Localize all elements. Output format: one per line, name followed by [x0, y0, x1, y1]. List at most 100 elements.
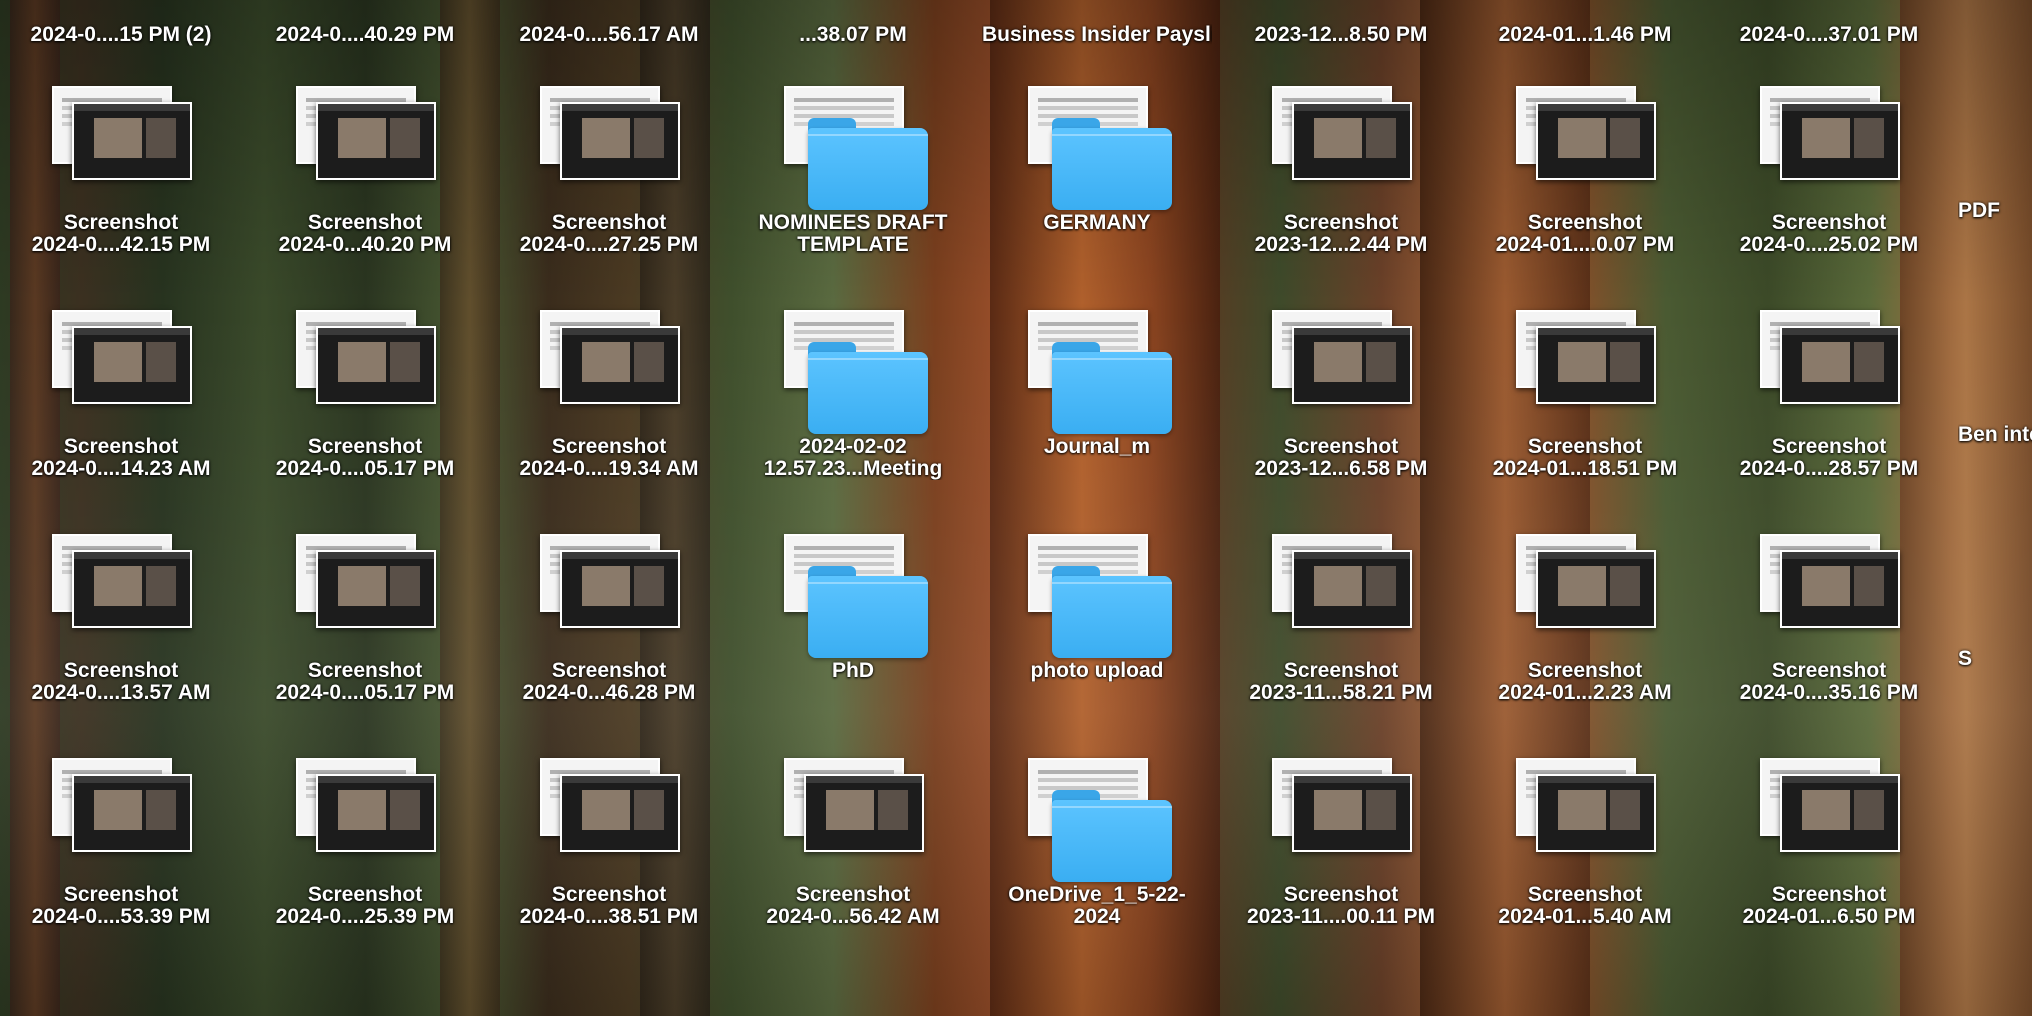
- desktop-file[interactable]: Screenshot 2024-01...2.23 AM: [1470, 528, 1700, 752]
- desktop-folder[interactable]: Journal_m: [982, 304, 1212, 528]
- desktop-item-label-partial[interactable]: ...38.07 PM: [738, 24, 968, 46]
- screenshot-thumbnail-icon: [1510, 756, 1660, 882]
- desktop-item-label: Screenshot 2024-0....53.39 PM: [6, 884, 236, 928]
- screenshot-thumbnail-icon: [1266, 532, 1416, 658]
- label-line-2: 2024-0....13.57 AM: [31, 681, 211, 704]
- desktop-file[interactable]: Screenshot 2023-12...2.44 PM: [1226, 80, 1456, 304]
- desktop-item-label-partial[interactable]: 2023-12...8.50 PM: [1226, 24, 1456, 46]
- label-line-2: 2024-0....05.17 PM: [275, 457, 455, 480]
- desktop-file[interactable]: Screenshot 2023-12...6.58 PM: [1226, 304, 1456, 528]
- desktop-item-label: Screenshot 2024-01...2.23 AM: [1470, 660, 1700, 704]
- desktop-item-label-partial[interactable]: S: [1958, 648, 2032, 670]
- desktop-item-label: PhD: [738, 660, 968, 682]
- label-line-1: PhD: [832, 660, 874, 682]
- desktop-item-label: Journal_m: [982, 436, 1212, 458]
- desktop-folder[interactable]: photo upload: [982, 528, 1212, 752]
- desktop-item-label: Screenshot 2023-12...6.58 PM: [1226, 436, 1456, 480]
- label-line-1: Screenshot: [551, 212, 667, 234]
- label-line-2: 2024-0....53.39 PM: [31, 905, 211, 928]
- desktop-file[interactable]: Screenshot 2024-01...18.51 PM: [1470, 304, 1700, 528]
- label-line-1: photo upload: [1030, 660, 1164, 682]
- label-line-1: Journal_m: [1043, 436, 1151, 458]
- desktop-item-label: OneDrive_1_5-22- 2024: [982, 884, 1212, 928]
- desktop-file[interactable]: Screenshot 2024-01....0.07 PM: [1470, 80, 1700, 304]
- label-line-2: 2024-0....38.51 PM: [519, 905, 699, 928]
- desktop-file[interactable]: Screenshot 2023-11....00.11 PM: [1226, 752, 1456, 976]
- desktop-file[interactable]: Screenshot 2023-11...58.21 PM: [1226, 528, 1456, 752]
- label-line-1: Screenshot: [1283, 436, 1399, 458]
- desktop-file[interactable]: Screenshot 2024-0....42.15 PM: [6, 80, 236, 304]
- desktop-item-label: Screenshot 2023-12...2.44 PM: [1226, 212, 1456, 256]
- desktop-item-label-partial[interactable]: 2024-0....56.17 AM: [494, 24, 724, 46]
- desktop-item-label: photo upload: [982, 660, 1212, 682]
- label-line-1: Screenshot: [551, 660, 667, 682]
- desktop-item-label-partial[interactable]: Business Insider Payslips: [982, 24, 1212, 46]
- folder-icon: [1022, 756, 1172, 882]
- desktop-folder[interactable]: PhD: [738, 528, 968, 752]
- label-line-2: 2024-0....35.16 PM: [1739, 681, 1919, 704]
- label-line-1: Screenshot: [307, 212, 423, 234]
- desktop-item-label-partial[interactable]: PDF: [1958, 200, 2032, 222]
- screenshot-thumbnail-icon: [534, 756, 684, 882]
- desktop-item-label-partial[interactable]: Ben inte: [1958, 424, 2032, 446]
- label-line-2: 2024-01...18.51 PM: [1492, 457, 1678, 480]
- desktop-item-label: Screenshot 2024-0....25.39 PM: [250, 884, 480, 928]
- desktop-item-label: Screenshot 2024-0...56.42 AM: [738, 884, 968, 928]
- desktop-file[interactable]: Screenshot 2024-0....27.25 PM: [494, 80, 724, 304]
- screenshot-thumbnail-icon: [46, 532, 196, 658]
- label-line-1: Screenshot: [307, 436, 423, 458]
- screenshot-thumbnail-icon: [290, 756, 440, 882]
- desktop-item-label: Screenshot 2023-11...58.21 PM: [1226, 660, 1456, 704]
- desktop-folder[interactable]: 2024-02-02 12.57.23...Meeting: [738, 304, 968, 528]
- desktop-folder[interactable]: OneDrive_1_5-22- 2024: [982, 752, 1212, 976]
- desktop-file[interactable]: Screenshot 2024-0....25.39 PM: [250, 752, 480, 976]
- desktop-item-label: Screenshot 2024-0....35.16 PM: [1714, 660, 1944, 704]
- label-line-2: 2024-0....05.17 PM: [275, 681, 455, 704]
- desktop-item-label-partial[interactable]: 2024-0....40.29 PM: [250, 24, 480, 46]
- desktop-file[interactable]: Screenshot 2024-0....14.23 AM: [6, 304, 236, 528]
- desktop-file[interactable]: Screenshot 2024-0...56.42 AM: [738, 752, 968, 976]
- desktop-item-label: 2024-02-02 12.57.23...Meeting: [738, 436, 968, 480]
- desktop-item-label: Screenshot 2024-01...18.51 PM: [1470, 436, 1700, 480]
- desktop-file[interactable]: Screenshot 2024-0....05.17 PM: [250, 528, 480, 752]
- label-line-1: Screenshot: [1283, 660, 1399, 682]
- screenshot-thumbnail-icon: [534, 532, 684, 658]
- desktop-file[interactable]: Screenshot 2024-01...5.40 AM: [1470, 752, 1700, 976]
- desktop-file[interactable]: Screenshot 2024-0....13.57 AM: [6, 528, 236, 752]
- desktop-folder[interactable]: GERMANY: [982, 80, 1212, 304]
- desktop-file[interactable]: Screenshot 2024-0....05.17 PM: [250, 304, 480, 528]
- desktop-file[interactable]: Screenshot 2024-0...40.20 PM: [250, 80, 480, 304]
- desktop-file[interactable]: Screenshot 2024-0....25.02 PM: [1714, 80, 1944, 304]
- desktop-item-label-partial[interactable]: 2024-01...1.46 PM: [1470, 24, 1700, 46]
- desktop-item-label: Screenshot 2024-0....05.17 PM: [250, 436, 480, 480]
- label-line-1: Screenshot: [307, 660, 423, 682]
- desktop-item-label-partial[interactable]: 2024-0....37.01 PM: [1714, 24, 1944, 46]
- folder-icon: [1022, 308, 1172, 434]
- desktop-item-label: Screenshot 2024-0....25.02 PM: [1714, 212, 1944, 256]
- label-line-1: NOMINEES DRAFT: [758, 212, 948, 234]
- label-line-2: 2023-11...58.21 PM: [1249, 681, 1433, 704]
- label-line-2: 12.57.23...Meeting: [763, 457, 943, 480]
- screenshot-thumbnail-icon: [778, 756, 928, 882]
- desktop-file[interactable]: Screenshot 2024-0....38.51 PM: [494, 752, 724, 976]
- folder-icon: [778, 308, 928, 434]
- desktop-folder[interactable]: NOMINEES DRAFT TEMPLATE: [738, 80, 968, 304]
- label-line-2: 2024-0....28.57 PM: [1739, 457, 1919, 480]
- desktop-file[interactable]: Screenshot 2024-0....28.57 PM: [1714, 304, 1944, 528]
- label-line-2: 2024-0...46.28 PM: [522, 681, 696, 704]
- screenshot-thumbnail-icon: [1510, 532, 1660, 658]
- label-line-2: 2024-0....27.25 PM: [519, 233, 699, 256]
- screenshot-thumbnail-icon: [290, 84, 440, 210]
- desktop-item-label: Screenshot 2024-0....14.23 AM: [6, 436, 236, 480]
- desktop-file[interactable]: Screenshot 2024-0....19.34 AM: [494, 304, 724, 528]
- desktop-file[interactable]: Screenshot 2024-01...6.50 PM: [1714, 752, 1944, 976]
- desktop-item-label-partial[interactable]: 2024-0....15 PM (2): [6, 24, 236, 46]
- screenshot-thumbnail-icon: [290, 308, 440, 434]
- desktop-item-label: Screenshot 2024-0....27.25 PM: [494, 212, 724, 256]
- label-line-1: Screenshot: [63, 884, 179, 906]
- desktop-file[interactable]: Screenshot 2024-0....35.16 PM: [1714, 528, 1944, 752]
- label-line-1: Screenshot: [1527, 660, 1643, 682]
- screenshot-thumbnail-icon: [534, 84, 684, 210]
- desktop-file[interactable]: Screenshot 2024-0...46.28 PM: [494, 528, 724, 752]
- desktop-file[interactable]: Screenshot 2024-0....53.39 PM: [6, 752, 236, 976]
